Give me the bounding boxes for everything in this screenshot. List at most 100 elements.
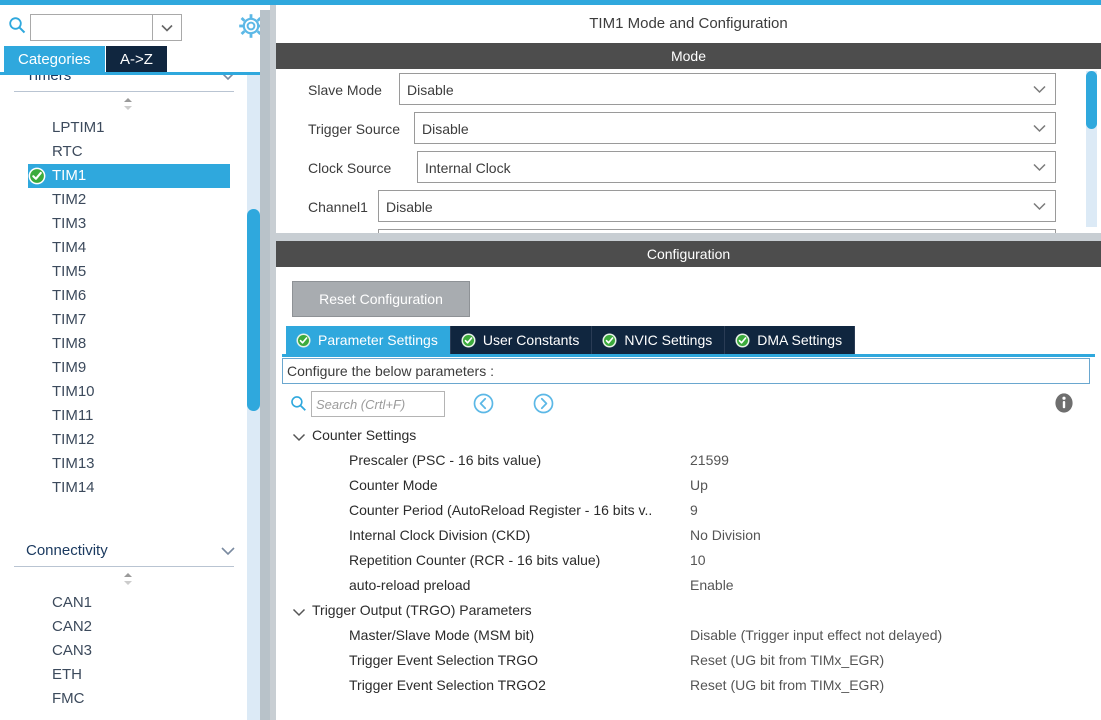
trigger-source-select[interactable]: Disable [414, 112, 1056, 144]
sidebar-item-tim12[interactable]: TIM12 [0, 428, 248, 452]
configuration-note: Configure the below parameters : [282, 358, 1090, 384]
sidebar-tab-a-to-z[interactable]: A->Z [106, 46, 167, 74]
sidebar-item-tim13[interactable]: TIM13 [0, 452, 248, 476]
select-value: Disable [407, 82, 454, 98]
sidebar-item-tim5[interactable]: TIM5 [0, 260, 248, 284]
parameter-row-trigger-event-selection-trgo[interactable]: Trigger Event Selection TRGO Reset (UG b… [282, 648, 1090, 673]
tab-user-constants[interactable]: User Constants [450, 326, 593, 354]
parameter-row-internal-clock-division[interactable]: Internal Clock Division (CKD) No Divisio… [282, 523, 1090, 548]
sidebar-item-tim9[interactable]: TIM9 [0, 356, 248, 380]
configuration-tabs: Parameter Settings User Constants NVIC S… [286, 326, 856, 354]
section-trigger-output-trgo-parameters[interactable]: Trigger Output (TRGO) Parameters [282, 598, 1090, 623]
parameter-row-trigger-event-selection-trgo2[interactable]: Trigger Event Selection TRGO2 Reset (UG … [282, 673, 1090, 698]
chevron-down-icon [220, 544, 236, 558]
sidebar-item-tim14[interactable]: TIM14 [0, 476, 248, 500]
sidebar-group-title: Timers [26, 75, 72, 84]
select-value: Disable [386, 230, 433, 233]
chevron-down-icon [220, 75, 236, 83]
mode-row-channel2: Channel2 Disable [276, 229, 1086, 233]
sidebar-item-tim1[interactable]: TIM1 [28, 164, 230, 188]
chevron-down-icon [1032, 161, 1047, 174]
sidebar-group-spinner-timers[interactable] [0, 92, 248, 116]
parameter-value: Reset (UG bit from TIMx_EGR) [690, 652, 885, 668]
chevron-down-icon[interactable] [292, 605, 306, 617]
sidebar-item-label: TIM14 [52, 479, 95, 496]
parameter-name: Trigger Event Selection TRGO2 [349, 677, 546, 693]
clock-source-select[interactable]: Internal Clock [417, 151, 1056, 183]
sidebar-group-connectivity[interactable]: Connectivity [0, 536, 248, 566]
sidebar-item-label: TIM8 [52, 335, 87, 352]
sidebar-group-timers[interactable]: Timers [0, 75, 248, 91]
circle-left-arrow-icon[interactable] [472, 392, 495, 415]
parameter-toolbar [282, 387, 1090, 421]
sidebar-item-rtc[interactable]: RTC [0, 140, 248, 164]
parameter-row-prescaler[interactable]: Prescaler (PSC - 16 bits value) 21599 [282, 448, 1090, 473]
parameter-search-input[interactable] [312, 392, 444, 416]
info-icon[interactable] [1052, 391, 1076, 415]
circle-right-arrow-icon[interactable] [532, 392, 555, 415]
chevron-down-icon [1032, 200, 1047, 213]
sidebar-item-lptim1[interactable]: LPTIM1 [0, 116, 248, 140]
sidebar-item-tim10[interactable]: TIM10 [0, 380, 248, 404]
spinner-up-down-icon[interactable] [120, 96, 136, 112]
check-circle-icon [28, 167, 46, 185]
app-window: Categories A->Z Timers LPTIM1 RTC TIM1 T… [0, 0, 1101, 720]
parameter-value: 10 [690, 552, 706, 568]
sidebar-search-dropdown-button[interactable] [152, 14, 182, 41]
parameter-search-box[interactable] [311, 391, 445, 417]
parameter-row-counter-period[interactable]: Counter Period (AutoReload Register - 16… [282, 498, 1090, 523]
sidebar-item-tim3[interactable]: TIM3 [0, 212, 248, 236]
chevron-down-icon [161, 24, 173, 32]
parameter-row-repetition-counter[interactable]: Repetition Counter (RCR - 16 bits value)… [282, 548, 1090, 573]
tab-nvic-settings[interactable]: NVIC Settings [592, 326, 726, 354]
sidebar-tab-categories[interactable]: Categories [4, 46, 105, 74]
parameter-row-auto-reload-preload[interactable]: auto-reload preload Enable [282, 573, 1090, 598]
parameter-name: auto-reload preload [349, 577, 471, 593]
sidebar-item-fmc[interactable]: FMC [0, 687, 248, 711]
mode-row-channel1: Channel1 Disable [276, 190, 1086, 225]
sidebar-item-tim11[interactable]: TIM11 [0, 404, 248, 428]
parameter-name: Counter Period (AutoReload Register - 16… [349, 502, 653, 518]
sidebar-item-tim8[interactable]: TIM8 [0, 332, 248, 356]
tab-label: User Constants [482, 332, 580, 348]
sidebar-item-eth[interactable]: ETH [0, 663, 248, 687]
chevron-down-icon[interactable] [292, 430, 306, 442]
parameter-row-master-slave-mode[interactable]: Master/Slave Mode (MSM bit) Disable (Tri… [282, 623, 1090, 648]
search-icon [8, 16, 26, 34]
sidebar-item-tim4[interactable]: TIM4 [0, 236, 248, 260]
mode-scrollbar-thumb[interactable] [1086, 71, 1097, 129]
sidebar-item-label: LPTIM1 [52, 119, 105, 136]
parameter-row-counter-mode[interactable]: Counter Mode Up [282, 473, 1090, 498]
tab-dma-settings[interactable]: DMA Settings [725, 326, 856, 354]
slave-mode-select[interactable]: Disable [399, 73, 1056, 105]
sidebar-item-can2[interactable]: CAN2 [0, 615, 248, 639]
parameter-value: No Division [690, 527, 761, 543]
sidebar-scrollbar-thumb[interactable] [247, 209, 260, 411]
parameter-name: Counter Mode [349, 477, 438, 493]
mode-label: Trigger Source [308, 121, 401, 137]
mode-label: Channel1 [308, 199, 368, 215]
sidebar-group-spinner-connectivity[interactable] [0, 567, 248, 591]
sidebar-item-tim6[interactable]: TIM6 [0, 284, 248, 308]
check-circle-icon [602, 333, 617, 348]
check-circle-icon [735, 333, 750, 348]
configuration-panel: Configuration Reset Configuration Parame… [276, 241, 1101, 720]
reset-configuration-button[interactable]: Reset Configuration [292, 281, 470, 317]
sidebar-item-can1[interactable]: CAN1 [0, 591, 248, 615]
check-circle-icon [461, 333, 476, 348]
tab-label: DMA Settings [757, 332, 843, 348]
sidebar-item-label: TIM4 [52, 239, 87, 256]
sidebar-item-label: ETH [52, 666, 82, 683]
section-counter-settings[interactable]: Counter Settings [282, 423, 1090, 448]
channel2-select[interactable]: Disable [378, 229, 1056, 233]
spinner-up-down-icon[interactable] [120, 571, 136, 587]
tab-label: NVIC Settings [624, 332, 713, 348]
sidebar-item-tim7[interactable]: TIM7 [0, 308, 248, 332]
channel1-select[interactable]: Disable [378, 190, 1056, 222]
tab-parameter-settings[interactable]: Parameter Settings [286, 326, 451, 354]
sidebar-item-tim2[interactable]: TIM2 [0, 188, 248, 212]
sidebar-item-can3[interactable]: CAN3 [0, 639, 248, 663]
parameter-value: Enable [690, 577, 734, 593]
parameter-value: Up [690, 477, 708, 493]
chevron-down-icon [1032, 83, 1047, 96]
